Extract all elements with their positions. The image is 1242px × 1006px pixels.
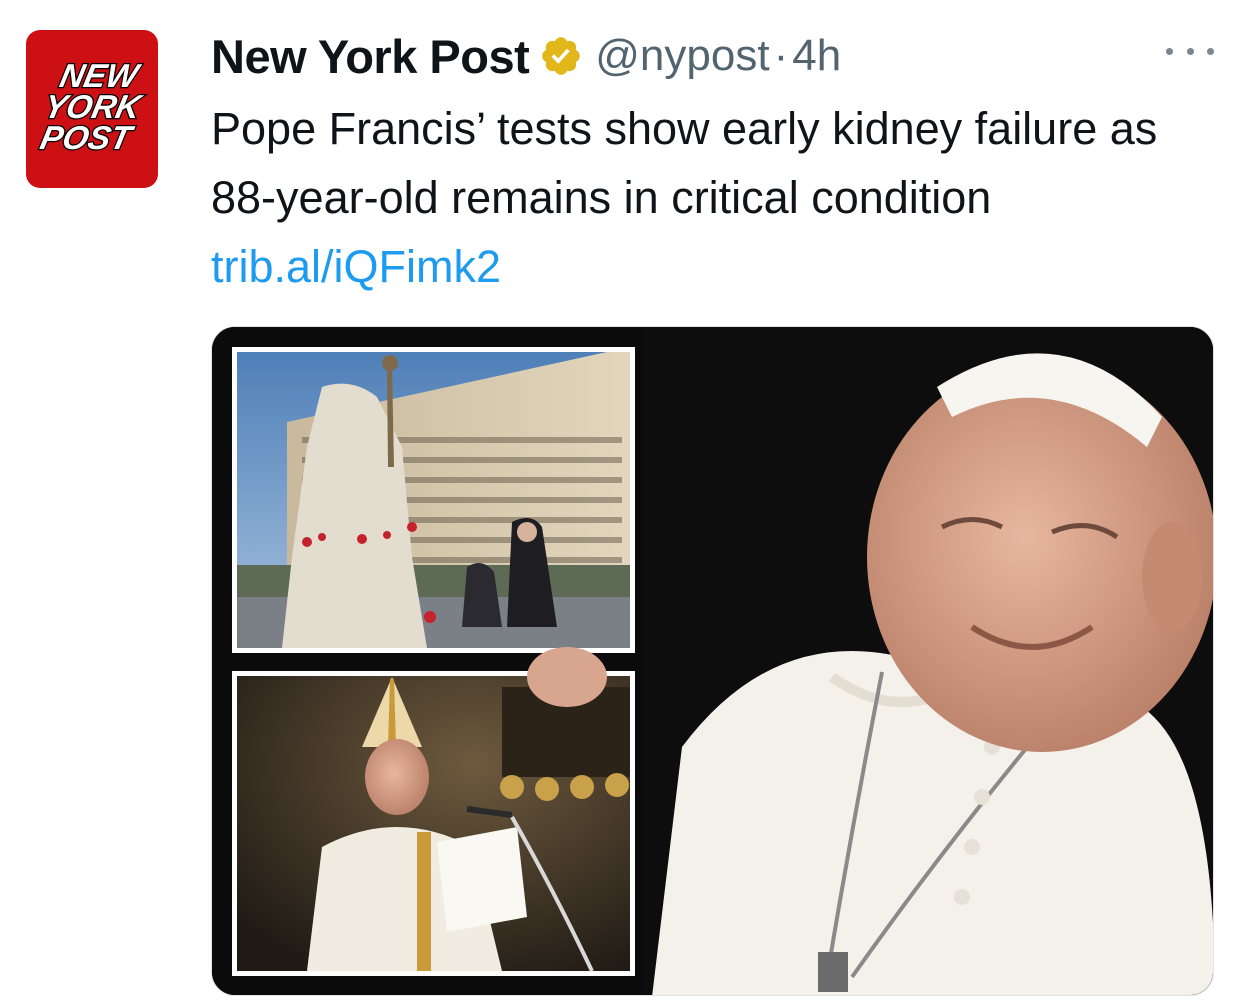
tweet-body: Pope Francis’ tests show early kidney fa…: [211, 103, 1158, 223]
author-handle[interactable]: @nypost: [595, 31, 769, 81]
nypost-logo: NEW YORK POST: [36, 57, 148, 158]
more-dot: [1166, 47, 1173, 55]
header-separator: ·: [773, 31, 789, 80]
media-collage-image: [212, 327, 1213, 995]
photo-hospital-statue: [232, 347, 635, 653]
author-avatar[interactable]: NEW YORK POST: [26, 30, 158, 188]
verified-badge-icon[interactable]: [539, 34, 583, 78]
tweet-header: New York Post @nypost · 4h: [211, 24, 841, 88]
more-dot: [1207, 47, 1214, 55]
more-dot: [1186, 47, 1194, 55]
tweet-text: Pope Francis’ tests show early kidney fa…: [211, 94, 1211, 301]
photo-cardinal: [232, 671, 635, 976]
more-options-icon[interactable]: [1166, 36, 1214, 66]
tweet-link[interactable]: trib.al/iQFimk2: [211, 241, 501, 292]
tweet-timestamp[interactable]: 4h: [792, 31, 841, 81]
tweet-media[interactable]: [211, 326, 1214, 996]
author-display-name[interactable]: New York Post: [211, 29, 530, 84]
avatar-line-3: POST: [37, 120, 137, 157]
